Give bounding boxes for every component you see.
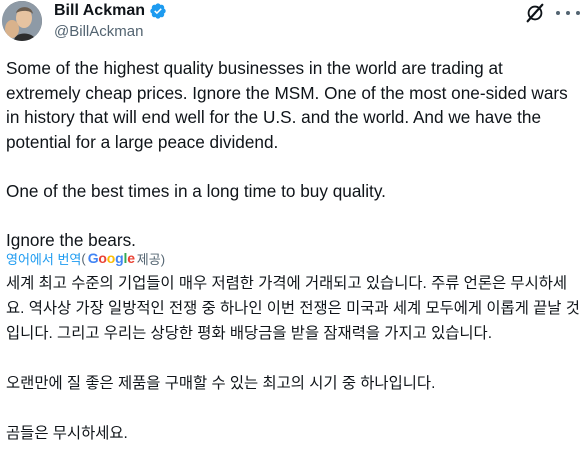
- tweet-text: Some of the highest quality businesses i…: [6, 56, 581, 252]
- translation-attribution: 영어에서 번역 ( Google 제공): [6, 248, 165, 268]
- translation-toggle-link[interactable]: 영어에서 번역: [6, 249, 81, 268]
- google-logo: Google: [87, 250, 135, 266]
- translated-text: 세계 최고 수준의 기업들이 매우 저렴한 가격에 거래되고 있습니다. 주류 …: [6, 271, 584, 446]
- avatar[interactable]: [2, 1, 42, 41]
- translated-paragraph: 곰들은 무시하세요.: [6, 425, 128, 442]
- translation-provider-suffix: 제공): [136, 251, 166, 267]
- tweet-paragraph: Some of the highest quality businesses i…: [6, 58, 568, 152]
- tweet-header: Bill Ackman @BillAckman: [0, 0, 587, 48]
- more-icon[interactable]: [556, 6, 580, 20]
- verified-badge-icon: [149, 2, 167, 20]
- author-handle[interactable]: @BillAckman: [54, 23, 143, 40]
- grok-icon[interactable]: [524, 2, 546, 24]
- translated-paragraph: 오랜만에 질 좋은 제품을 구매할 수 있는 최고의 시기 중 하나입니다.: [6, 375, 436, 392]
- translation-open-paren: (: [81, 250, 86, 266]
- author-name[interactable]: Bill Ackman: [54, 2, 145, 20]
- tweet-paragraph: One of the best times in a long time to …: [6, 180, 386, 201]
- translated-paragraph: 세계 최고 수준의 기업들이 매우 저렴한 가격에 거래되고 있습니다. 주류 …: [6, 275, 580, 342]
